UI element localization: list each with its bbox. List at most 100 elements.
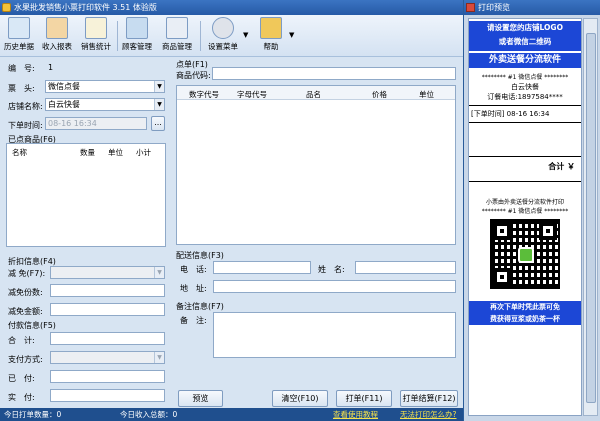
settings-menu-button[interactable]: 设置菜单 (205, 17, 241, 55)
receipt-shop: 白云快餐 (511, 83, 539, 91)
window-title: 水果批发销售小票打印软件 3.51 体验版 (14, 3, 157, 12)
time-input[interactable]: 08-16 16:34 (45, 117, 147, 130)
wechat-logo-icon (518, 247, 534, 263)
phone-label: 电 话: (180, 265, 207, 274)
receipt-logo-text-1: 请设置您的店铺LOGO (487, 23, 563, 32)
chevron-down-icon[interactable]: ▼ (154, 99, 164, 110)
customer-button[interactable]: 顾客管理 (120, 17, 154, 55)
reduce-type-label: 减 免(F7): (8, 269, 46, 278)
number-label: 编 号: (8, 64, 35, 73)
receipt-slogan: 小票由外卖送餐分流软件打印 (485, 199, 564, 206)
header-select-value: 微信点餐 (48, 82, 80, 91)
order-group-title: 点单(F1) (176, 60, 208, 69)
payment-method-label: 支付方式: (8, 355, 43, 364)
toolbar-separator (200, 21, 201, 51)
product-col-price: 价格 (372, 90, 387, 99)
product-label: 商品管理 (162, 42, 192, 51)
reduce-count-input[interactable] (50, 284, 165, 297)
actual-label: 实 付: (8, 393, 35, 402)
total-input[interactable] (50, 332, 165, 345)
preview-scrollbar[interactable] (583, 18, 598, 416)
main-title-bar: 水果批发销售小票打印软件 3.51 体验版 (0, 0, 463, 15)
selected-items-list[interactable] (6, 143, 166, 247)
shop-select[interactable]: 白云快餐 ▼ (45, 98, 165, 111)
preview-title-bar: 打印预览 (464, 0, 600, 15)
product-icon (166, 17, 188, 39)
time-label: 下单时间: (8, 121, 43, 130)
preview-button[interactable]: 预览 (178, 390, 223, 407)
today-print-count: 今日打单数量：0 (4, 410, 62, 419)
income-report-label: 收入报表 (42, 42, 72, 51)
receipt-logo-banner: 请设置您的店铺LOGO 或者微信二维码 (469, 21, 581, 51)
remarks-group-title: 备注信息(F7) (176, 302, 224, 311)
product-list[interactable] (176, 85, 456, 245)
preview-app-icon (466, 3, 475, 12)
product-button[interactable]: 商品管理 (159, 17, 195, 55)
note-textarea[interactable] (213, 312, 456, 358)
payment-method-select[interactable]: ▼ (50, 351, 165, 364)
app-icon (2, 3, 11, 12)
preview-scrollbar-thumb[interactable] (586, 33, 596, 403)
selected-col-qty: 数量 (80, 148, 95, 157)
qr-corner-icon (539, 222, 557, 240)
product-code-input[interactable] (212, 67, 456, 80)
paid-label: 已 付: (8, 374, 35, 383)
receipt-phone: 订餐电话:1897584**** (487, 93, 563, 101)
name-label: 姓 名: (318, 265, 345, 274)
phone-input[interactable] (213, 261, 311, 274)
shop-label: 店铺名称: (8, 102, 43, 111)
shop-select-value: 白云快餐 (48, 100, 80, 109)
receipt-order-time: [下单时间] 08-16 16:34 (471, 110, 550, 118)
header-label: 票 头: (8, 84, 35, 93)
clear-button[interactable]: 清空(F10) (272, 390, 328, 407)
receipt-footer-2: 费获得豆浆或奶茶一杯 (490, 315, 560, 323)
print-settle-button[interactable]: 打单结算(F12) (400, 390, 458, 407)
time-picker-button[interactable]: ... (151, 116, 165, 131)
tutorial-link[interactable]: 查看使用教程 (333, 408, 378, 421)
receipt-total: 合计 ￥ (548, 162, 575, 171)
history-icon (8, 17, 30, 39)
cannot-print-link[interactable]: 无法打印怎么办? (400, 408, 456, 421)
receipt-logo-text-2: 或者微信二维码 (498, 37, 552, 46)
reduce-amount-input[interactable] (50, 303, 165, 316)
product-col-letter-code: 字母代号 (237, 90, 267, 99)
note-label: 备 注: (180, 316, 207, 325)
qr-corner-icon (493, 268, 511, 286)
reduce-type-select[interactable]: ▼ (50, 266, 165, 279)
header-select[interactable]: 微信点餐 ▼ (45, 80, 165, 93)
settings-icon (212, 17, 234, 39)
reduce-count-label: 减免份数: (8, 288, 43, 297)
name-input[interactable] (355, 261, 456, 274)
paid-input[interactable] (50, 370, 165, 383)
help-button[interactable]: 帮助 (257, 17, 285, 55)
chevron-down-icon[interactable]: ▼ (154, 352, 164, 363)
receipt-footer-1: 再次下单时凭此票可免 (490, 303, 560, 311)
today-income-total: 今日收入总额：0 (120, 410, 178, 419)
number-value: 1 (48, 63, 54, 72)
product-col-number-code: 数字代号 (189, 90, 219, 99)
chevron-down-icon[interactable]: ▼ (154, 267, 164, 278)
selected-col-subtotal: 小计 (136, 148, 151, 157)
receipt-order-line-2: ******** #1 微信点餐 ******** (481, 208, 569, 215)
help-dropdown-icon[interactable]: ▼ (289, 31, 294, 39)
discount-group-title: 折扣信息(F4) (8, 257, 56, 266)
history-label: 历史单据 (4, 42, 34, 51)
total-label: 合 计: (8, 336, 35, 345)
sales-stats-icon (85, 17, 107, 39)
receipt-footer-banner: 再次下单时凭此票可免 费获得豆浆或奶茶一杯 (469, 301, 581, 325)
history-button[interactable]: 历史单据 (3, 17, 35, 55)
settings-dropdown-icon[interactable]: ▼ (243, 31, 248, 39)
address-label: 地 址: (180, 284, 207, 293)
sales-stats-button[interactable]: 销售统计 (79, 17, 113, 55)
customer-label: 顾客管理 (122, 42, 152, 51)
income-report-button[interactable]: 收入报表 (40, 17, 74, 55)
chevron-down-icon[interactable]: ▼ (154, 81, 164, 92)
selected-col-name: 名称 (12, 148, 27, 157)
customer-icon (126, 17, 148, 39)
toolbar: 历史单据 收入报表 销售统计 顾客管理 商品管理 设置菜单 ▼ 帮助 ▼ (0, 15, 463, 57)
print-button[interactable]: 打单(F11) (336, 390, 392, 407)
reduce-amount-label: 减免金额: (8, 307, 43, 316)
address-input[interactable] (213, 280, 456, 293)
actual-input[interactable] (50, 389, 165, 402)
payment-group-title: 付款信息(F5) (8, 321, 56, 330)
